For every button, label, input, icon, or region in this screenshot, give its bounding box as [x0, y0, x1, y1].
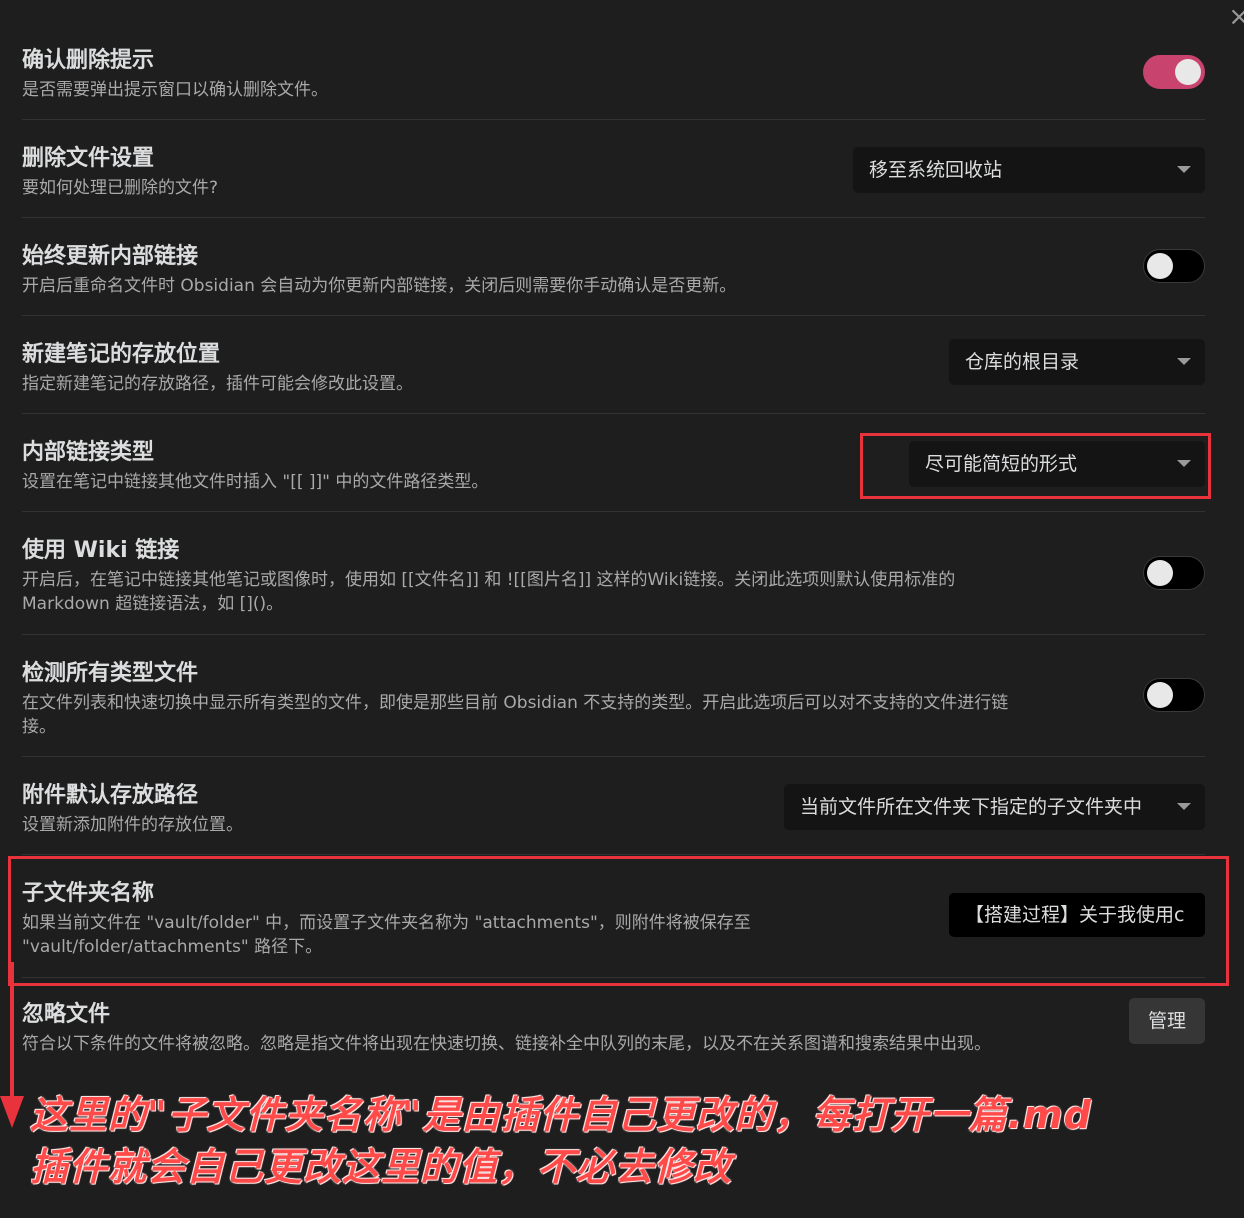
setting-title: 删除文件设置 [22, 146, 155, 171]
close-icon[interactable]: × [1228, 4, 1244, 30]
setting-auto-update-links: 始终更新内部链接 开启后重命名文件时 Obsidian 会自动为你更新内部链接，… [22, 218, 1205, 316]
toggle-knob [1147, 253, 1173, 279]
attachment-location-dropdown[interactable]: 当前文件所在文件夹下指定的子文件夹中 [784, 784, 1205, 830]
chevron-down-icon [1177, 166, 1191, 173]
annotation-line-2: 插件就会自己更改这里的值，不必去修改 [30, 1145, 733, 1189]
setting-title: 附件默认存放路径 [22, 783, 199, 808]
setting-description: 指定新建笔记的存放路径，插件可能会修改此设置。 [22, 374, 413, 394]
setting-title: 新建笔记的存放位置 [22, 342, 221, 367]
setting-title: 内部链接类型 [22, 440, 155, 465]
setting-attachment-location: 附件默认存放路径 设置新添加附件的存放位置。 当前文件所在文件夹下指定的子文件夹… [22, 757, 1205, 855]
setting-title: 忽略文件 [22, 1002, 111, 1027]
chevron-down-icon [1177, 803, 1191, 810]
setting-description: 在文件列表和快速切换中显示所有类型的文件，即使是那些目前 Obsidian 不支… [22, 691, 1008, 739]
setting-description: 是否需要弹出提示窗口以确认删除文件。 [22, 80, 328, 100]
detect-all-files-toggle[interactable] [1143, 678, 1205, 712]
setting-wiki-links: 使用 Wiki 链接 开启后，在笔记中链接其他笔记或图像时，使用如 [[文件名]… [22, 512, 1205, 635]
setting-title: 确认删除提示 [22, 48, 155, 73]
wiki-links-toggle[interactable] [1143, 556, 1205, 590]
setting-new-note-location: 新建笔记的存放位置 指定新建笔记的存放路径，插件可能会修改此设置。 仓库的根目录 [22, 316, 1205, 414]
arrow-down-icon [0, 1096, 24, 1128]
dropdown-value: 移至系统回收站 [869, 159, 1003, 181]
highlight-box-subfolder-name [8, 856, 1229, 986]
setting-description: 设置在笔记中链接其他文件时插入 "[[ ]]" 中的文件路径类型。 [22, 472, 489, 492]
setting-description: 开启后，在笔记中链接其他笔记或图像时，使用如 [[文件名]] 和 ![[图片名]… [22, 568, 955, 616]
chevron-down-icon [1177, 358, 1191, 365]
setting-title: 使用 Wiki 链接 [22, 538, 180, 563]
dropdown-value: 当前文件所在文件夹下指定的子文件夹中 [800, 796, 1143, 818]
description-line: 接。 [22, 717, 56, 737]
setting-ignored-files: 忽略文件 符合以下条件的文件将被忽略。忽略是指文件将出现在快速切换、链接补全中队… [22, 978, 1205, 1070]
setting-title: 检测所有类型文件 [22, 661, 199, 686]
dropdown-value: 仓库的根目录 [965, 351, 1080, 373]
new-note-location-dropdown[interactable]: 仓库的根目录 [949, 339, 1205, 385]
setting-deleted-files: 删除文件设置 要如何处理已删除的文件? 移至系统回收站 [22, 120, 1205, 218]
toggle-knob [1175, 59, 1201, 85]
toggle-knob [1147, 560, 1173, 586]
setting-description: 开启后重命名文件时 Obsidian 会自动为你更新内部链接，关闭后则需要你手动… [22, 276, 737, 296]
setting-description: 符合以下条件的文件将被忽略。忽略是指文件将出现在快速切换、链接补全中队列的末尾，… [22, 1034, 991, 1054]
confirm-delete-toggle[interactable] [1143, 55, 1205, 89]
deleted-files-dropdown[interactable]: 移至系统回收站 [853, 147, 1205, 193]
setting-description: 设置新添加附件的存放位置。 [22, 815, 243, 835]
toggle-knob [1147, 682, 1173, 708]
description-line: 在文件列表和快速切换中显示所有类型的文件，即使是那些目前 Obsidian 不支… [22, 693, 1009, 713]
setting-title: 始终更新内部链接 [22, 244, 199, 269]
auto-update-links-toggle[interactable] [1143, 249, 1205, 283]
manage-ignored-files-button[interactable]: 管理 [1129, 998, 1205, 1044]
annotation-arrow-line [10, 962, 14, 1100]
annotation-line-1: 这里的"子文件夹名称"是由插件自己更改的，每打开一篇.md [30, 1093, 1092, 1137]
setting-description: 要如何处理已删除的文件? [22, 178, 219, 198]
description-line: 开启后，在笔记中链接其他笔记或图像时，使用如 [[文件名]] 和 ![[图片名]… [22, 570, 956, 590]
description-line: Markdown 超链接语法，如 []()。 [22, 594, 284, 614]
setting-detect-all-files: 检测所有类型文件 在文件列表和快速切换中显示所有类型的文件，即使是那些目前 Ob… [22, 635, 1205, 757]
highlight-box-link-format [860, 433, 1211, 499]
setting-confirm-delete: 确认删除提示 是否需要弹出提示窗口以确认删除文件。 [22, 22, 1205, 120]
